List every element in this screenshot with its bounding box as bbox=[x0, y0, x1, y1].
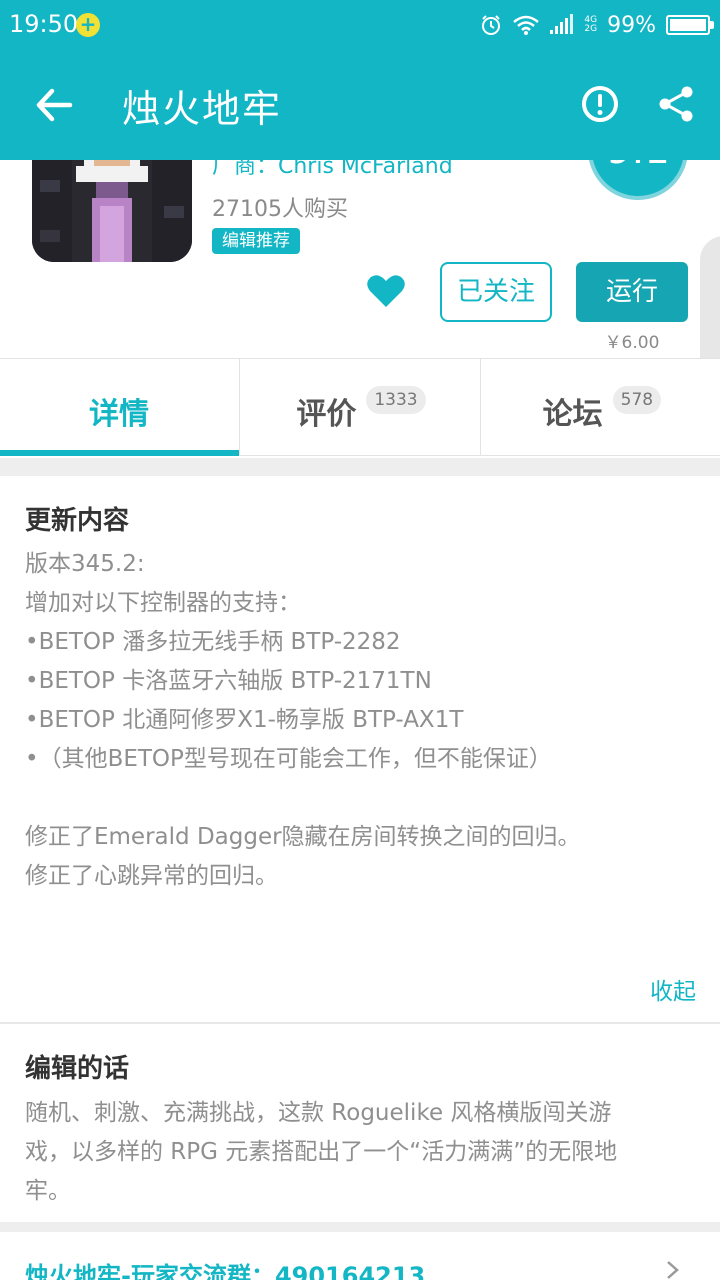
app-bar: 烛火地牢 bbox=[0, 52, 720, 160]
back-arrow-icon[interactable] bbox=[30, 82, 80, 128]
status-right: 4G 2G 99% bbox=[480, 10, 714, 40]
battery-fill bbox=[670, 19, 706, 31]
update-section-title: 更新内容 bbox=[25, 506, 130, 536]
status-time: 19:50 bbox=[9, 10, 79, 38]
network-type: 4G 2G bbox=[584, 16, 597, 34]
buyer-count: 27105人购买 bbox=[212, 197, 348, 222]
signal-icon bbox=[550, 14, 574, 34]
collapse-link[interactable]: 收起 bbox=[650, 972, 696, 1006]
editor-line: 牢。 bbox=[25, 1178, 71, 1204]
share-icon[interactable] bbox=[656, 84, 696, 124]
status-bar: 19:50 + 4G 2G 99% bbox=[0, 0, 720, 52]
section-gap bbox=[0, 458, 720, 476]
update-line: 版本345.2: bbox=[25, 551, 145, 577]
chevron-right-icon[interactable] bbox=[664, 1260, 682, 1280]
editor-text: 随机、刺激、充满挑战，这款 Roguelike 风格横版闯关游 戏，以多样的 R… bbox=[25, 1094, 617, 1211]
editor-section-title: 编辑的话 bbox=[25, 1054, 130, 1084]
followed-button[interactable]: 已关注 bbox=[440, 262, 552, 322]
tab-reviews-label: 评价 bbox=[296, 397, 357, 432]
battery-icon bbox=[666, 15, 714, 35]
run-button[interactable]: 运行 bbox=[576, 262, 688, 322]
update-notes: 版本345.2: 增加对以下控制器的支持： •BETOP 潘多拉无线手柄 BTP… bbox=[25, 545, 581, 896]
player-group-link[interactable]: 烛火地牢-玩家交流群：490164213 bbox=[25, 1256, 425, 1280]
tab-forum-count: 578 bbox=[612, 386, 662, 414]
price-label: ￥6.00 bbox=[604, 333, 660, 353]
section-gap bbox=[0, 1222, 720, 1232]
update-line: •（其他BETOP型号现在可能会工作，但不能保证） bbox=[25, 746, 552, 772]
editor-pick-badge: 编辑推荐 bbox=[212, 228, 300, 254]
tab-bar: 详情 评价 1333 论坛 578 bbox=[0, 358, 720, 456]
update-line: 修正了心跳异常的回归。 bbox=[25, 863, 278, 889]
top-bar: 19:50 + 4G 2G 99% 烛火地牢 bbox=[0, 0, 720, 160]
battery-percent: 99% bbox=[607, 12, 656, 38]
tab-forum-label: 论坛 bbox=[542, 397, 603, 432]
notification-plus-icon: + bbox=[76, 13, 100, 37]
tab-details-label: 详情 bbox=[89, 397, 149, 432]
update-line: •BETOP 潘多拉无线手柄 BTP-2282 bbox=[25, 629, 401, 655]
update-line: •BETOP 卡洛蓝牙六轴版 BTP-2171TN bbox=[25, 668, 432, 694]
update-line: 修正了Emerald Dagger隐藏在房间转换之间的回归。 bbox=[25, 824, 581, 850]
report-alert-icon[interactable] bbox=[580, 84, 620, 124]
update-line: 增加对以下控制器的支持： bbox=[25, 590, 301, 616]
tab-reviews-count: 1333 bbox=[366, 386, 426, 414]
page-title: 烛火地牢 bbox=[122, 87, 283, 131]
update-line: •BETOP 北通阿修罗X1-畅享版 BTP-AX1T bbox=[25, 707, 464, 733]
alarm-icon bbox=[482, 15, 501, 35]
heart-icon[interactable] bbox=[366, 273, 406, 309]
tab-reviews[interactable]: 评价 1333 bbox=[240, 359, 481, 455]
editor-line: 随机、刺激、充满挑战，这款 Roguelike 风格横版闯关游 bbox=[25, 1100, 612, 1126]
network-type-bottom: 2G bbox=[584, 24, 598, 34]
tab-forum[interactable]: 论坛 578 bbox=[481, 359, 720, 455]
tab-details[interactable]: 详情 bbox=[0, 359, 241, 456]
wifi-icon bbox=[513, 15, 540, 35]
divider bbox=[0, 1022, 720, 1024]
update-line-blank bbox=[25, 779, 581, 818]
editor-line: 戏，以多样的 RPG 元素搭配出了一个“活力满满”的无限地 bbox=[25, 1139, 618, 1165]
